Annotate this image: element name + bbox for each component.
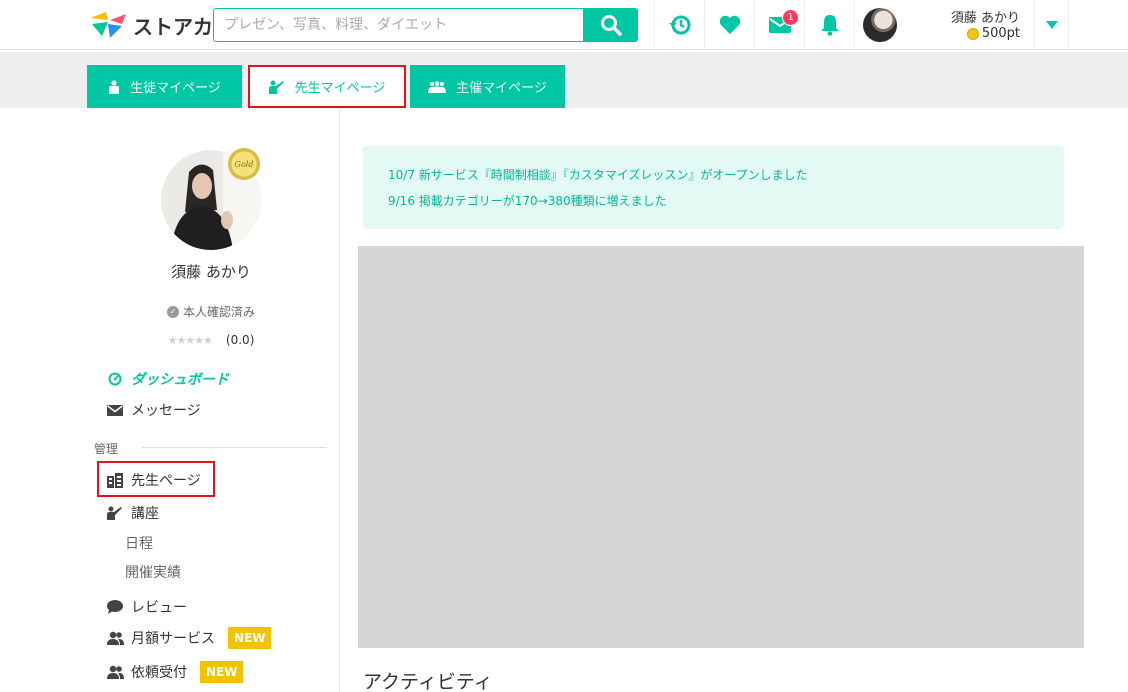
sidebar-item-course[interactable]: 講座 [106,503,159,523]
dashboard-icon [106,372,124,386]
tab-organizer-mypage[interactable]: 主催マイページ [410,65,565,108]
heart-icon [719,15,740,34]
mail-icon [106,404,124,416]
sidebar-item-teacher-page[interactable]: 先生ページ [106,470,201,490]
sidebar-item-review[interactable]: レビュー [106,597,187,617]
history-icon [668,15,690,35]
teacher-icon [268,80,285,94]
messages-button[interactable]: 1 [754,0,804,50]
section-label-manage: 管理 [94,442,119,456]
tab-teacher-mypage[interactable]: 先生マイページ [248,65,406,108]
tab-organizer-label: 主催マイページ [456,81,547,96]
gold-badge-icon: Gold [228,148,260,180]
new-badge: NEW [200,661,244,683]
building-icon [106,472,124,488]
user-menu-toggle[interactable] [1034,0,1069,50]
gold-badge-label: Gold [234,159,254,169]
sidebar-item-message[interactable]: メッセージ [106,400,201,420]
history-button[interactable] [654,0,704,50]
sidebar-item-label: 月額サービス [131,631,215,647]
users-icon [106,665,124,679]
sidebar-item-monthly-service[interactable]: 月額サービス NEW [106,627,272,649]
section-divider [142,447,327,448]
logo-text: ストアカ [133,14,213,39]
sidebar-item-label: ダッシュボード [131,372,229,388]
rating: ★★★★★ (0.0) [88,333,334,347]
banner-placeholder [358,246,1084,648]
mypage-tabs: 生徒マイページ 先生マイページ 主催マイページ [0,52,1128,108]
rating-value: (0.0) [225,333,255,347]
caret-down-icon [1045,21,1058,29]
profile-name: 須藤 あかり [171,263,251,281]
tab-student-label: 生徒マイページ [130,81,221,96]
announcement-box: 10/7 新サービス『時間制相談』『カスタマイズレッスン』がオープンしました 9… [363,146,1064,229]
sidebar-subitem-history[interactable]: 開催実績 [125,562,181,582]
announcement-link[interactable]: 10/7 新サービス『時間制相談』『カスタマイズレッスン』がオープンしました [388,166,808,183]
bell-icon [820,15,839,36]
logo-icon [90,12,126,38]
header-user-name: 須藤 あかり [950,11,1020,26]
sidebar-item-request[interactable]: 依頼受付 NEW [106,661,244,683]
sidebar-item-label: レビュー [131,600,187,616]
logo[interactable]: ストアカ [88,10,213,40]
avatar [862,8,897,42]
check-circle-icon: ✓ [166,305,179,318]
sidebar-item-label: 先生ページ [131,473,201,489]
header: ストアカ 1 [0,0,1128,50]
search-icon [600,15,622,36]
points-display: 500pt [966,26,1020,41]
verification-status: ✓ 本人確認済み [88,303,334,320]
coin-icon [966,27,979,40]
tab-student-mypage[interactable]: 生徒マイページ [87,65,242,108]
avatar-button[interactable] [854,0,904,50]
sidebar-item-label: 依頼受付 [131,665,187,681]
student-icon [108,79,120,94]
verified-label: 本人確認済み [182,305,255,319]
message-count-badge: 1 [782,9,799,26]
sidebar-subitem-schedule[interactable]: 日程 [125,533,153,553]
user-info[interactable]: 須藤 あかり 500pt [904,4,1034,46]
search-bar [213,8,638,42]
notifications-button[interactable] [804,0,854,50]
favorites-button[interactable] [704,0,754,50]
tab-teacher-label: 先生マイページ [294,81,386,96]
sidebar: Gold 須藤 あかり ✓ 本人確認済み ★★★★★ (0.0) ダッシュボード… [88,108,340,692]
new-badge: NEW [228,627,272,649]
star-rating-icon: ★★★★★ [167,333,213,347]
group-icon [428,80,447,93]
search-input[interactable] [213,8,583,42]
sidebar-item-label: 講座 [131,506,159,522]
sidebar-item-label: メッセージ [131,403,201,419]
sidebar-item-dashboard[interactable]: ダッシュボード [106,369,229,389]
points-value: 500pt [981,26,1020,41]
users-icon [106,631,124,645]
announcement-link[interactable]: 9/16 掲載カテゴリーが170→380種類に増えました [388,192,667,209]
search-button[interactable] [583,8,638,42]
speech-bubble-icon [106,600,124,614]
activity-heading: アクティビティ [363,671,493,692]
teacher-icon [106,506,124,520]
